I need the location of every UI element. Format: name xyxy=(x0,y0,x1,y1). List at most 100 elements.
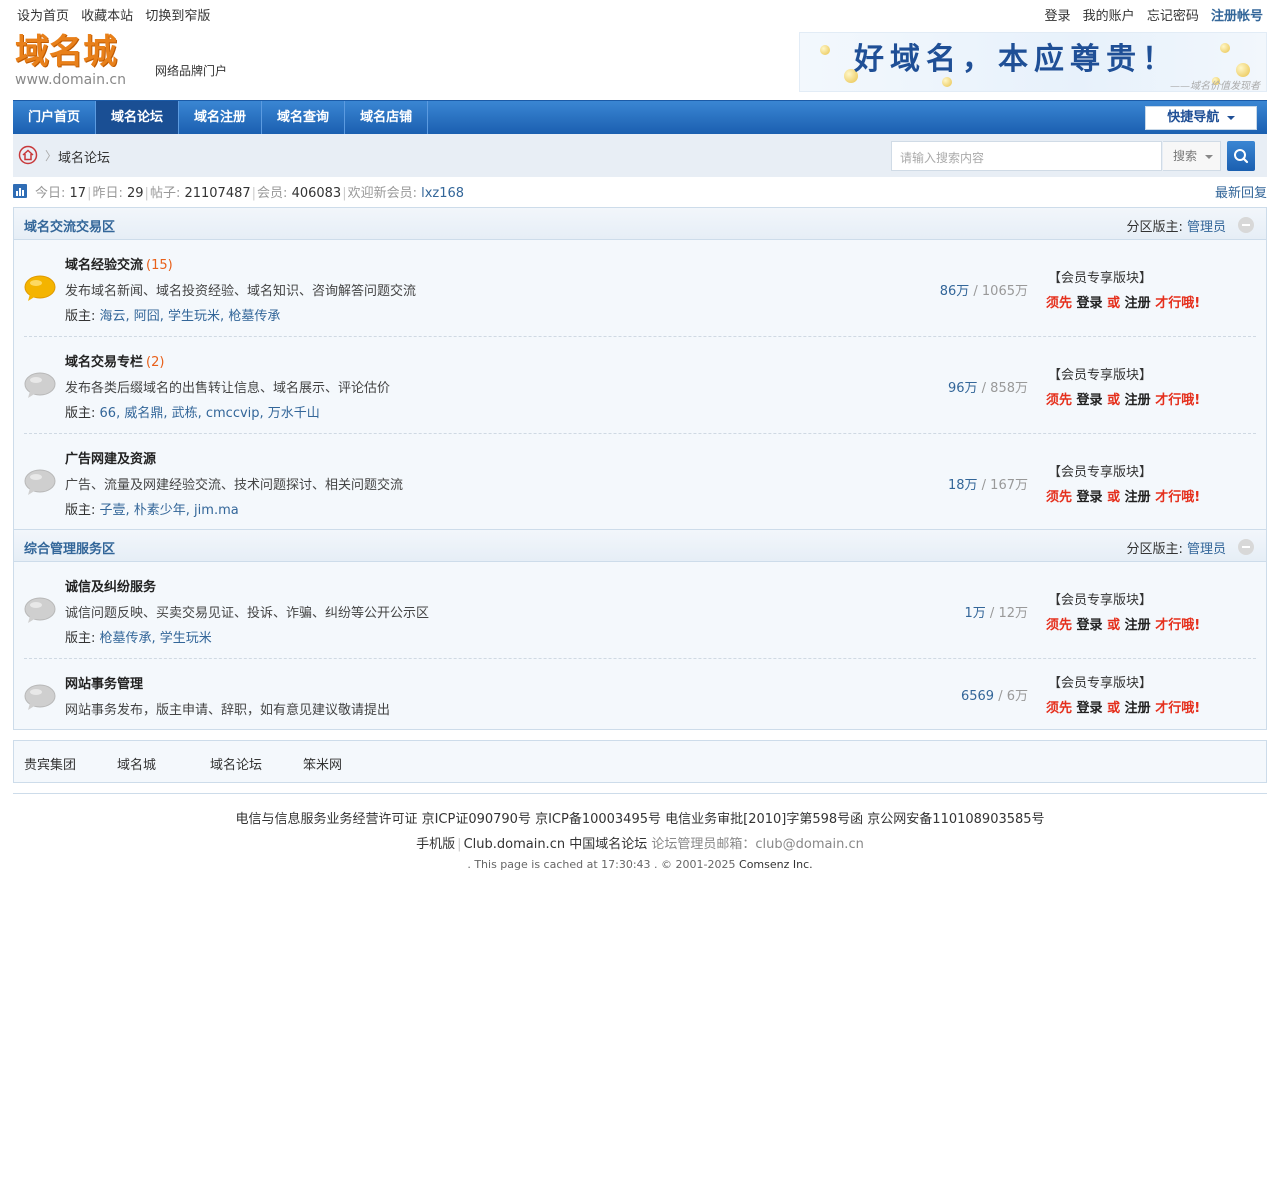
switch-narrow-link[interactable]: 切换到窄版 xyxy=(145,9,210,24)
prompt-register-link[interactable]: 注册 xyxy=(1125,296,1151,311)
site-name-link[interactable]: Club.domain.cn 中国域名论坛 xyxy=(464,837,648,852)
forum-thread-count: 1万 xyxy=(964,606,986,621)
prompt-login-link[interactable]: 登录 xyxy=(1077,701,1103,716)
nav-item-register[interactable]: 域名注册 xyxy=(179,101,263,134)
forum-no-new-posts-icon xyxy=(24,372,56,398)
banner-coin-icon xyxy=(820,45,830,55)
member-only-label: 【会员专享版块】 xyxy=(1048,465,1153,480)
prompt-login-link[interactable]: 登录 xyxy=(1077,618,1103,633)
login-link[interactable]: 登录 xyxy=(1045,9,1071,24)
nav-item-portal[interactable]: 门户首页 xyxy=(13,101,97,134)
search-box[interactable]: 请输入搜索内容 搜索 xyxy=(891,141,1255,171)
forum-title[interactable]: 广告网建及资源 xyxy=(65,448,159,467)
friend-link[interactable]: 贵宾集团 xyxy=(24,754,76,773)
forum-description: 诚信问题反映、买卖交易见证、投诉、诈骗、纠纷等公开公示区 xyxy=(65,606,430,621)
yesterday-count: 29 xyxy=(127,186,144,201)
site-logo[interactable]: 域名城 www.domain.cn xyxy=(13,32,138,90)
forum-title[interactable]: 诚信及纠纷服务 xyxy=(65,576,159,595)
forgot-password-link[interactable]: 忘记密码 xyxy=(1147,9,1199,24)
friend-link[interactable]: 笨米网 xyxy=(303,754,342,773)
site-slogan: 网络品牌门户 xyxy=(155,64,228,78)
nav-item-forum[interactable]: 域名论坛 xyxy=(96,101,180,134)
search-button[interactable] xyxy=(1227,141,1255,171)
search-icon xyxy=(1234,149,1249,164)
forum-title-text[interactable]: 域名经验交流 xyxy=(65,258,143,273)
category-moderator-link[interactable]: 管理员 xyxy=(1187,542,1226,557)
caret-down-icon xyxy=(1204,154,1213,159)
header-banner[interactable]: 好域名，本应尊贵！ ——域名价值发现者 xyxy=(799,32,1267,92)
quick-nav-button[interactable]: 快捷导航 xyxy=(1145,106,1257,130)
forum-title[interactable]: 网站事务管理 xyxy=(65,673,146,692)
friend-link[interactable]: 域名论坛 xyxy=(210,754,262,773)
mobile-version-link[interactable]: 手机版 xyxy=(416,837,455,852)
today-count: 17 xyxy=(69,186,87,201)
forum-moderators-links[interactable]: 子壹, 朴素少年, jim.ma xyxy=(100,503,239,518)
prompt-or: 或 xyxy=(1107,296,1121,311)
member-login-prompt: 须先 登录 或 注册 才行哦! xyxy=(1046,292,1200,311)
chart-icon xyxy=(13,184,27,198)
forum-title[interactable]: 域名经验交流 (15) xyxy=(65,254,173,273)
collapse-icon[interactable] xyxy=(1238,217,1254,233)
forum-post-count: 12万 xyxy=(998,606,1028,621)
category-moderator-link[interactable]: 管理员 xyxy=(1187,220,1226,235)
friend-link[interactable]: 域名城 xyxy=(117,754,156,773)
admin-email-link[interactable]: club@domain.cn xyxy=(755,837,863,852)
set-homepage-link[interactable]: 设为首页 xyxy=(17,9,69,24)
forum-moderators-links[interactable]: 66, 威名鼎, 武栋, cmccvip, 万水千山 xyxy=(100,406,320,421)
search-input[interactable]: 请输入搜索内容 xyxy=(900,149,984,166)
member-only-label: 【会员专享版块】 xyxy=(1048,271,1153,286)
category-title[interactable]: 综合管理服务区 xyxy=(24,538,115,557)
prompt-login-link[interactable]: 登录 xyxy=(1077,393,1103,408)
prompt-register-link[interactable]: 注册 xyxy=(1125,618,1151,633)
prompt-register-link[interactable]: 注册 xyxy=(1125,701,1151,716)
prompt-register-link[interactable]: 注册 xyxy=(1125,490,1151,505)
forum-moderators-links[interactable]: 枪墓传承, 学生玩米 xyxy=(100,631,212,646)
forum-stats-count: 18万 / 167万 xyxy=(947,478,1028,493)
forum-moderators-label: 版主: xyxy=(65,406,96,421)
breadcrumb-bar: 〉 域名论坛 请输入搜索内容 搜索 xyxy=(13,134,1267,177)
nav-list: 门户首页 域名论坛 域名注册 域名查询 域名店铺 xyxy=(13,101,429,134)
top-bar: 设为首页 收藏本站 切换到窄版 登录 我的账户 忘记密码 注册帐号 xyxy=(0,0,1280,26)
my-account-link[interactable]: 我的账户 xyxy=(1083,9,1135,24)
forum-stats-count: 86万 / 1065万 xyxy=(939,284,1028,299)
prompt-must: 须先 xyxy=(1046,490,1073,505)
forum-title[interactable]: 域名交易专栏 (2) xyxy=(65,351,164,370)
breadcrumb-current[interactable]: 域名论坛 xyxy=(58,147,110,166)
members-count: 406083 xyxy=(291,186,342,201)
yesterday-label: 昨日: xyxy=(92,186,123,201)
forum-description: 广告、流量及网建经验交流、技术问题探讨、相关问题交流 xyxy=(65,478,404,493)
forum-title-text[interactable]: 域名交易专栏 xyxy=(65,355,143,370)
forum-stats: 今日: 17|昨日: 29|帖子: 21107487|会员: 406083|欢迎… xyxy=(13,182,1267,201)
forum-title-text[interactable]: 网站事务管理 xyxy=(65,677,143,692)
bookmark-link[interactable]: 收藏本站 xyxy=(81,9,133,24)
category-title[interactable]: 域名交流交易区 xyxy=(24,216,115,235)
caret-down-icon xyxy=(1226,115,1235,120)
nav-item-shop[interactable]: 域名店铺 xyxy=(345,101,429,134)
prompt-login-link[interactable]: 登录 xyxy=(1077,296,1103,311)
forum-title-text[interactable]: 广告网建及资源 xyxy=(65,452,156,467)
prompt-register-link[interactable]: 注册 xyxy=(1125,393,1151,408)
banner-subline: ——域名价值发现者 xyxy=(1170,81,1260,92)
footer-license[interactable]: 电信与信息服务业务经营许可证 京ICP证090790号 京ICP备1000349… xyxy=(0,808,1280,827)
search-type-select[interactable]: 搜索 xyxy=(1163,141,1221,171)
nav-item-whois[interactable]: 域名查询 xyxy=(262,101,346,134)
category-moderator-label: 分区版主: xyxy=(1126,220,1183,235)
home-icon[interactable] xyxy=(18,145,38,165)
today-label: 今日: xyxy=(35,186,66,201)
register-link[interactable]: 注册帐号 xyxy=(1211,9,1263,24)
forum-moderators-label: 版主: xyxy=(65,309,96,324)
forum-row: 广告网建及资源 广告、流量及网建经验交流、技术问题探讨、相关问题交流 版主: 子… xyxy=(14,434,1266,531)
forum-title-text[interactable]: 诚信及纠纷服务 xyxy=(65,580,156,595)
prompt-end: 才行哦! xyxy=(1155,618,1201,633)
prompt-end: 才行哦! xyxy=(1155,393,1201,408)
member-login-prompt: 须先 登录 或 注册 才行哦! xyxy=(1046,486,1200,505)
latest-reply-link[interactable]: 最新回复 xyxy=(1215,182,1267,201)
forum-moderators-links[interactable]: 海云, 阿囧, 学生玩米, 枪墓传承 xyxy=(100,309,281,324)
newest-member-link[interactable]: lxz168 xyxy=(421,186,464,201)
forum-moderators-label: 版主: xyxy=(65,631,96,646)
prompt-login-link[interactable]: 登录 xyxy=(1077,490,1103,505)
category-service: 综合管理服务区 分区版主: 管理员 诚信及纠纷服务 诚信问题反映、买卖交易见证、… xyxy=(13,529,1267,730)
company-link[interactable]: Comsenz Inc. xyxy=(739,858,813,871)
prompt-or: 或 xyxy=(1107,618,1121,633)
collapse-icon[interactable] xyxy=(1238,539,1254,555)
